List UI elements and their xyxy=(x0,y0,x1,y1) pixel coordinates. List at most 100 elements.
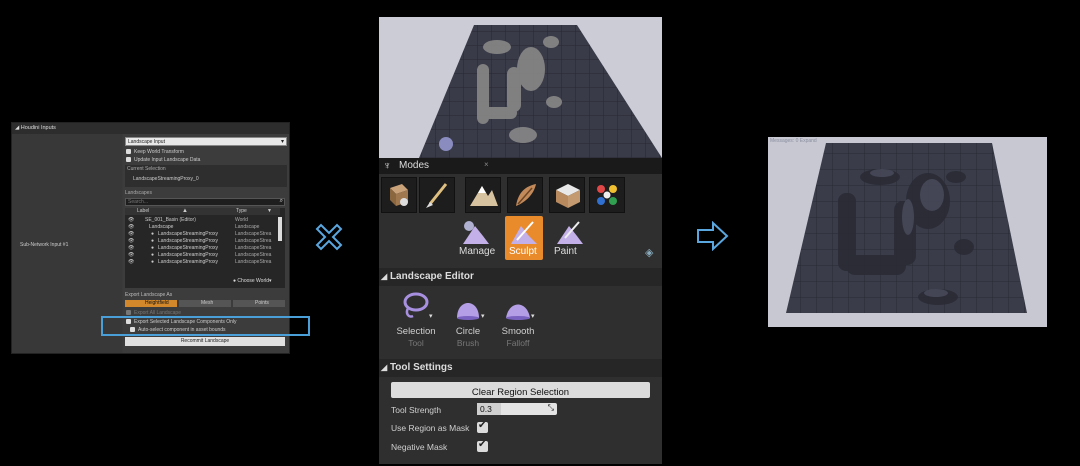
input-name: Sub-Network Input #1 xyxy=(20,242,69,248)
update-landscape-checkbox[interactable] xyxy=(126,157,131,162)
sphere-icon: ● xyxy=(151,238,155,244)
list-item[interactable]: 👁 Landscape Landscape xyxy=(125,224,280,231)
tool-strength-label: Tool Strength xyxy=(391,405,442,415)
dropdown-icon[interactable]: ▾ xyxy=(429,312,433,320)
landscape-editor-header[interactable]: ◢ Landscape Editor xyxy=(379,268,662,286)
clear-region-button[interactable]: Clear Region Selection xyxy=(391,382,650,398)
landscape-search-input[interactable]: Search... ⌕ xyxy=(125,198,285,206)
paint-label: Paint xyxy=(554,246,577,257)
modes-title: Modes xyxy=(399,160,430,171)
option-label: Heightfield xyxy=(145,300,169,306)
manage-mode-button[interactable]: Manage xyxy=(457,216,497,260)
eye-icon[interactable]: 👁 xyxy=(128,238,134,245)
current-selection-label: Current Selection xyxy=(127,166,166,172)
tool-settings-header[interactable]: ◢ Tool Settings xyxy=(379,359,662,377)
sphere-icon: ● xyxy=(151,231,155,237)
sort-down-icon: ▼ xyxy=(267,208,272,214)
export-mesh-option[interactable]: Mesh xyxy=(179,300,231,307)
landscape-grid xyxy=(419,25,662,158)
dropdown-icon[interactable]: ▾ xyxy=(481,312,485,320)
input-type-select[interactable]: Landscape Input ▾ xyxy=(125,137,287,146)
search-icon: ⌕ xyxy=(279,198,283,204)
negative-mask-checkbox[interactable]: ✔ xyxy=(477,439,488,452)
sphere-icon: ● xyxy=(151,259,155,265)
place-icon xyxy=(390,184,408,206)
eye-icon[interactable]: 👁 xyxy=(128,245,134,252)
col-type[interactable]: Type xyxy=(236,208,247,215)
current-selection-box: Current Selection LandscapeStreamingProx… xyxy=(125,165,287,187)
tool-settings-title: Tool Settings xyxy=(389,362,453,373)
list-item[interactable]: 👁 ● LandscapeStreamingProxy LandscapeStrea xyxy=(125,259,280,266)
export-as-label: Export Landscape As xyxy=(125,292,173,298)
sort-up-icon: ▲ xyxy=(182,208,188,214)
color-mode-button[interactable] xyxy=(589,177,625,213)
highlight-box xyxy=(101,316,310,336)
manage-icon xyxy=(463,221,489,244)
list-item[interactable]: 👁 SE_001_Basin (Editor) World xyxy=(125,217,280,224)
geometry-icon xyxy=(556,184,580,208)
paint-mode-button[interactable] xyxy=(419,177,455,213)
scrollbar[interactable] xyxy=(278,217,282,241)
list-item[interactable]: 👁 ● LandscapeStreamingProxy LandscapeStrea xyxy=(125,245,280,252)
eye-icon[interactable]: 👁 xyxy=(128,252,134,259)
sculpt-viewport[interactable] xyxy=(379,17,662,158)
tool-sub: Falloff xyxy=(506,338,530,348)
geometry-mode-button[interactable] xyxy=(549,177,585,213)
smooth-falloff-button[interactable]: ▾ Smooth Falloff xyxy=(493,290,543,352)
row-label: Landscape xyxy=(149,224,174,230)
tool-strength-value: 0.3 xyxy=(480,404,492,414)
list-header: Label ▲ Type ▼ xyxy=(125,208,280,215)
tool-name: Circle xyxy=(455,326,481,337)
circle-brush-button[interactable]: ▾ Circle Brush xyxy=(443,290,493,352)
landscape-mode-button[interactable] xyxy=(465,177,501,213)
recommit-landscape-button[interactable]: Recommit Landscape xyxy=(125,337,285,346)
modes-tab[interactable]: ♆ Modes × xyxy=(379,158,662,174)
eye-icon[interactable]: 👁 xyxy=(128,259,134,266)
result-viewport[interactable]: Messages: 0 Expand xyxy=(768,137,1047,327)
collapse-icon: ◢ xyxy=(381,363,388,372)
recommit-label: Recommit Landscape xyxy=(180,338,230,344)
row-type: LandscapeStrea xyxy=(235,259,272,265)
list-item[interactable]: 👁 ● LandscapeStreamingProxy LandscapeStrea xyxy=(125,252,280,259)
foliage-mode-button[interactable] xyxy=(507,177,543,213)
tool-name: Smooth xyxy=(501,326,535,337)
close-tab-icon[interactable]: × xyxy=(484,160,489,169)
selection-tool-button[interactable]: ▾ Selection Tool xyxy=(391,290,441,352)
negative-mask-label: Negative Mask xyxy=(391,442,448,452)
eye-icon[interactable]: 👁 xyxy=(128,217,134,224)
tool-strength-slider[interactable]: 0.3 ⤡ xyxy=(477,403,557,415)
col-label[interactable]: Label xyxy=(137,208,149,215)
arrow-right-icon xyxy=(697,221,729,251)
landscapes-label: Landscapes xyxy=(125,190,152,196)
use-region-mask-checkbox[interactable]: ✔ xyxy=(477,420,488,433)
export-heightfield-option[interactable]: Heightfield xyxy=(125,300,177,307)
sculpt-label: Sculpt xyxy=(509,246,537,257)
landscape-icon xyxy=(470,186,498,206)
list-item[interactable]: 👁 ● LandscapeStreamingProxy LandscapeStrea xyxy=(125,238,280,245)
panel-title: Houdini Inputs xyxy=(20,125,56,131)
modes-icon: ♆ xyxy=(383,160,392,172)
place-mode-button[interactable] xyxy=(381,177,417,213)
keep-world-transform-checkbox[interactable] xyxy=(126,149,131,154)
eye-icon[interactable]: 👁 xyxy=(128,231,134,238)
list-item[interactable]: 👁 ● LandscapeStreamingProxy LandscapeStrea xyxy=(125,231,280,238)
paint-landscape-mode-button[interactable]: Paint xyxy=(551,216,589,260)
paint-brush-icon xyxy=(426,183,448,208)
export-points-option[interactable]: Points xyxy=(233,300,285,307)
row-label: LandscapeStreamingProxy xyxy=(158,259,219,265)
manage-label: Manage xyxy=(459,246,496,257)
export-all-checkbox[interactable] xyxy=(126,310,131,315)
cube-icon[interactable]: ◈ xyxy=(645,246,653,259)
update-landscape-label: Update Input Landscape Data xyxy=(134,157,201,163)
row-label: SE_001_Basin (Editor) xyxy=(145,217,196,223)
row-label: LandscapeStreamingProxy xyxy=(158,238,219,244)
row-label: LandscapeStreamingProxy xyxy=(158,231,219,237)
dropdown-icon[interactable]: ▾ xyxy=(531,312,535,320)
row-type: LandscapeStrea xyxy=(235,231,272,237)
eye-icon[interactable]: 👁 xyxy=(128,224,134,231)
use-region-mask-label: Use Region as Mask xyxy=(391,423,470,433)
landscape-editor-title: Landscape Editor xyxy=(389,271,474,282)
sculpt-mode-button[interactable]: Sculpt xyxy=(505,216,543,260)
row-type: LandscapeStrea xyxy=(235,245,272,251)
choose-world-button[interactable]: ● Choose World▾ xyxy=(233,278,272,284)
